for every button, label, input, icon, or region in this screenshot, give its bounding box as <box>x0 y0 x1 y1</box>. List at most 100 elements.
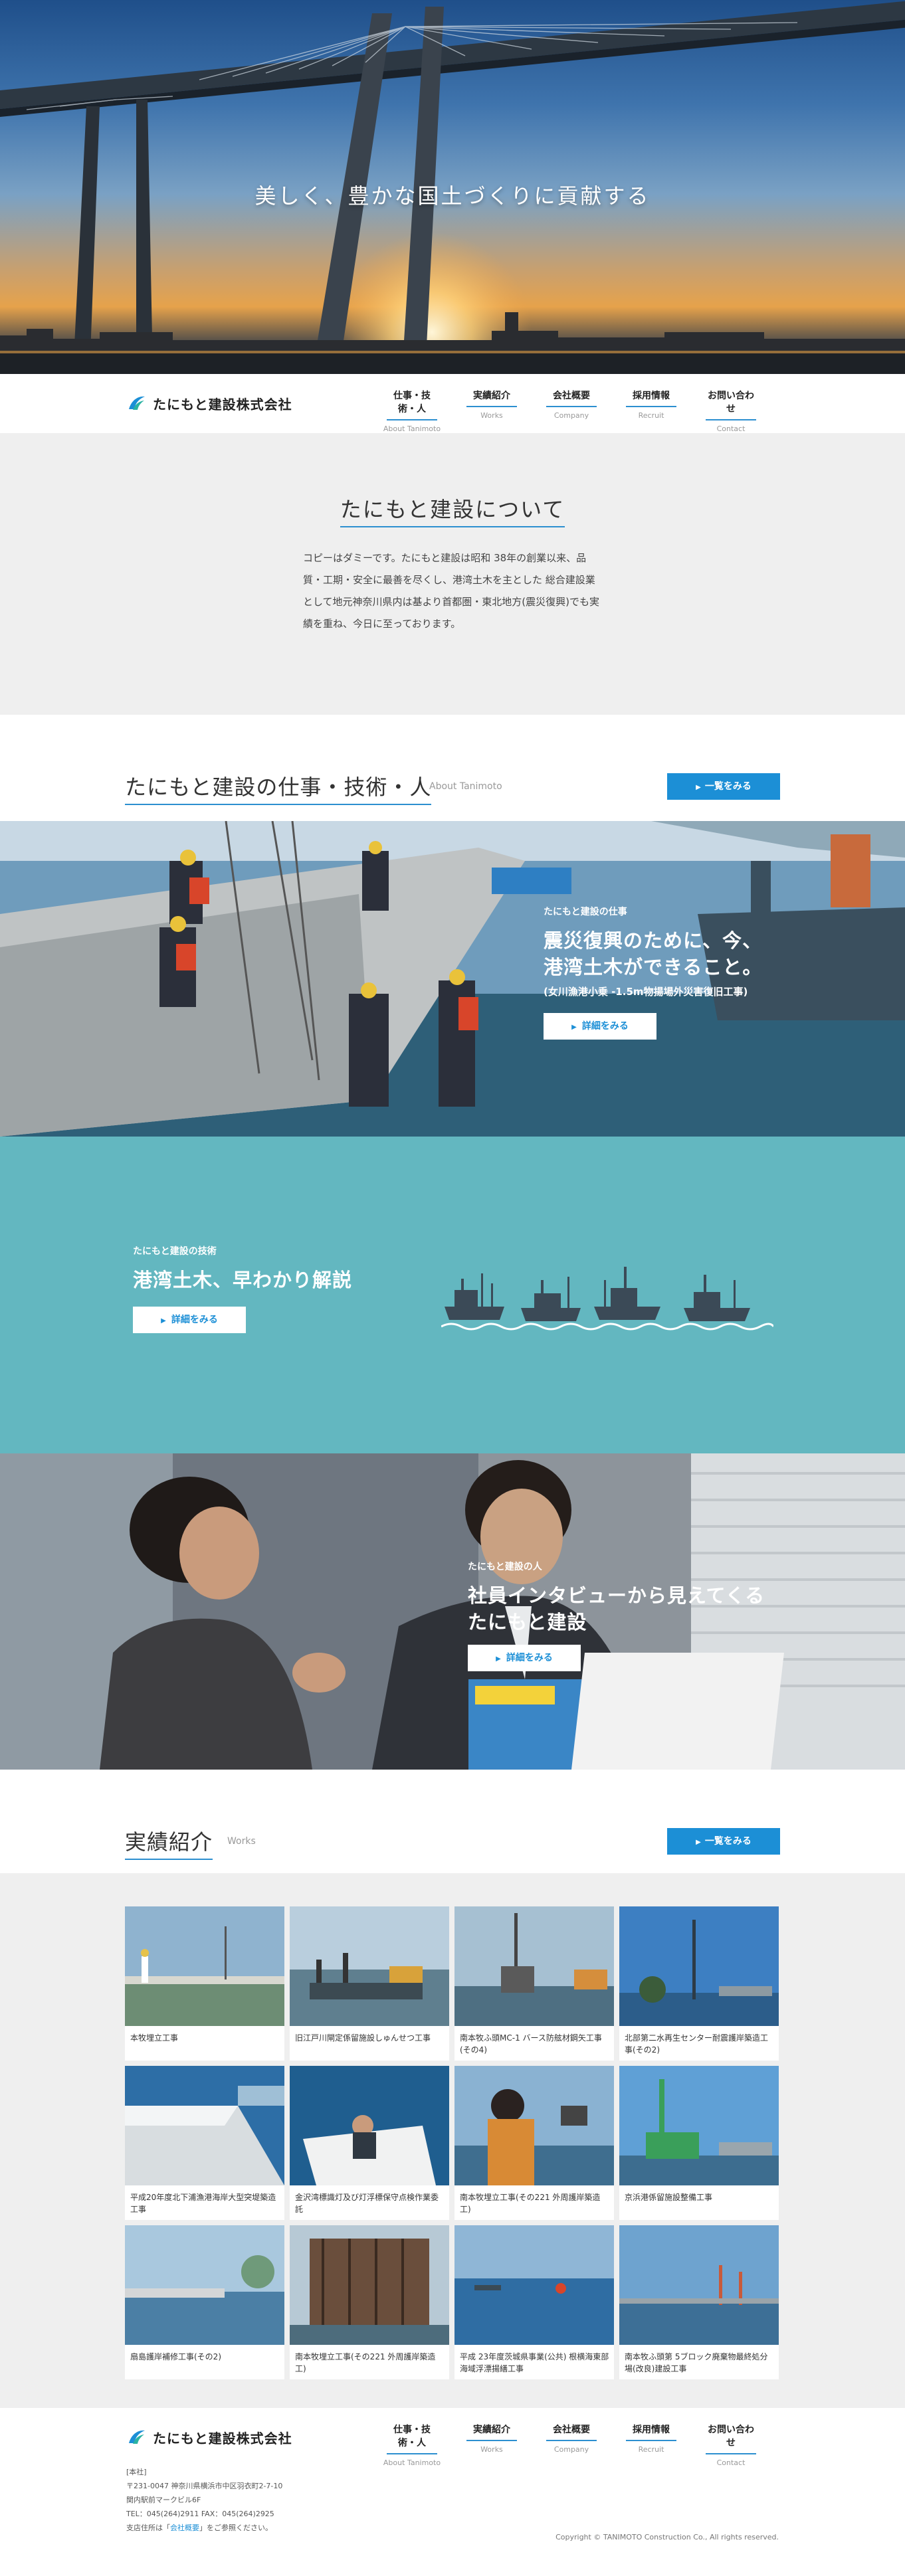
work-caption: 南本牧埋立工事(その221 外周護岸築造工) <box>460 2193 601 2214</box>
work-caption: 南本牧ふ頭第 5ブロック廃棄物最終処分場(改良)建設工事 <box>625 2352 768 2373</box>
work-caption: 京浜港係留施設整備工事 <box>625 2193 713 2202</box>
work-card[interactable]: 南本牧埋立工事(その221 外周護岸築造工) <box>290 2225 449 2379</box>
nav-label: お問い合わせ <box>706 2423 756 2454</box>
works-heading: 実績紹介 Works ▶ 一覧をみる <box>125 1825 780 1860</box>
footer-nav-item-recruit[interactable]: 採用情報 Recruit <box>611 2423 691 2467</box>
copyright: Copyright © TANIMOTO Construction Co., A… <box>555 2533 779 2541</box>
view-all-button[interactable]: ▶ 一覧をみる <box>667 773 780 800</box>
nav-sublabel: Contact <box>716 424 746 433</box>
about-section: たにもと建設について コピーはダミーです。たにもと建設は昭和 38年の創業以来、… <box>0 433 905 715</box>
company-logo-icon <box>129 2430 145 2444</box>
job-detail-button[interactable]: ▶ 詳細をみる <box>544 1013 656 1040</box>
footer-logo[interactable]: たにもと建設株式会社 <box>126 2424 292 2450</box>
head-office-label: [本社] <box>126 2468 147 2476</box>
footer-nav-item-contact[interactable]: お問い合わせ Contact <box>691 2423 771 2467</box>
nav-sublabel: Recruit <box>638 411 664 420</box>
people-panel-text: たにもと建設の人 社員インタビューから見えてくる たにもと建設 ▶ 詳細をみる <box>468 1560 765 1671</box>
work-card[interactable]: 南本牧ふ頭MC-1 バース防舷材鋼矢工事(その4) <box>454 1906 614 2061</box>
nav-label: 仕事・技術・人 <box>387 2423 437 2454</box>
nav-sublabel: Recruit <box>638 2445 664 2454</box>
work-thumbnail <box>290 2066 449 2185</box>
arrow-icon: ▶ <box>696 784 701 791</box>
global-nav: 仕事・技術・人 About Tanimoto 実績紹介 Works 会社概要 Comp… <box>372 389 771 433</box>
nav-sublabel: Works <box>480 2445 503 2454</box>
tech-title: 港湾土木、早わかり解説 <box>133 1269 353 1291</box>
work-card[interactable]: 南本牧埋立工事(その221 外周護岸築造工) <box>454 2066 614 2220</box>
branch-prefix: 支店住所は「 <box>126 2524 170 2532</box>
work-caption: 平成 23年度茨城県事業(公共) 根横海東部海域浮漂揚繕工事 <box>460 2352 609 2373</box>
footer-nav-item-company[interactable]: 会社概要 Company <box>532 2423 611 2467</box>
work-card[interactable]: 本牧埋立工事 <box>125 1906 284 2061</box>
footer-nav-item-works[interactable]: 実績紹介 Works <box>452 2423 532 2467</box>
job-title-line1: 震災復興のために、今、 <box>544 929 763 952</box>
header: たにもと建設株式会社 仕事・技術・人 About Tanimoto 実績紹介 Wor… <box>0 374 905 433</box>
address: 〒231-0047 神奈川県横浜市中区羽衣町2-7-10 <box>126 2482 283 2490</box>
section-title: 実績紹介 <box>125 1825 213 1860</box>
work-card[interactable]: 扇島護岸補修工事(その2) <box>125 2225 284 2379</box>
nav-item-contact[interactable]: お問い合わせ Contact <box>691 389 771 433</box>
section-title: たにもと建設の仕事・技術・人 <box>125 771 432 805</box>
work-caption: 北部第二水再生センター耐震護岸築造工事(その2) <box>625 2033 769 2055</box>
nav-label: 実績紹介 <box>466 2423 517 2441</box>
footer: たにもと建設株式会社 仕事・技術・人 About Tanimoto 実績紹介 Wor… <box>0 2408 905 2576</box>
logo[interactable]: たにもと建設株式会社 <box>126 390 292 416</box>
nav-label: お問い合わせ <box>706 389 756 420</box>
logo-text: たにもと建設株式会社 <box>153 2430 292 2446</box>
work-caption: 旧江戸川閘定係留施設しゅんせつ工事 <box>295 2033 431 2043</box>
page: 美しく、豊かな国土づくりに貢献する たにもと建設株式会社 仕事・技術・人 Abou… <box>0 0 905 2576</box>
work-card[interactable]: 平成20年度北下浦漁港海岸大型突堤築造工事 <box>125 2066 284 2220</box>
view-all-button[interactable]: ▶ 一覧をみる <box>667 1828 780 1855</box>
people-title-line2: たにもと建設 <box>468 1611 587 1633</box>
job-title-line2: 港湾土木ができること。 <box>544 956 763 978</box>
work-thumbnail <box>125 2225 284 2345</box>
nav-item-recruit[interactable]: 採用情報 Recruit <box>611 389 691 433</box>
nav-item-company[interactable]: 会社概要 Company <box>532 389 611 433</box>
work-card[interactable]: 京浜港係留施設整備工事 <box>619 2066 779 2220</box>
company-logo-icon <box>129 396 145 410</box>
about-tanimoto-heading: たにもと建設の仕事・技術・人 About Tanimoto ▶ 一覧をみる <box>125 771 780 805</box>
job-label: たにもと建設の仕事 <box>544 907 627 917</box>
nav-sublabel: Company <box>553 411 589 420</box>
work-card[interactable]: 南本牧ふ頭第 5ブロック廃棄物最終処分場(改良)建設工事 <box>619 2225 779 2379</box>
logo-text: たにもと建設株式会社 <box>153 396 292 413</box>
work-thumbnail <box>619 2066 779 2185</box>
nav-label: 採用情報 <box>626 2423 676 2441</box>
work-card[interactable]: 旧江戸川閘定係留施設しゅんせつ工事 <box>290 1906 449 2061</box>
nav-sublabel: Contact <box>716 2458 746 2467</box>
nav-sublabel: About Tanimoto <box>383 2458 441 2467</box>
footer-nav-item-about[interactable]: 仕事・技術・人 About Tanimoto <box>372 2423 452 2467</box>
work-thumbnail <box>290 2225 449 2345</box>
works-grid: 本牧埋立工事 旧江戸川閘定係留施設しゅんせつ工事 南本牧ふ頭MC-1 バース防舷… <box>125 1906 780 2379</box>
company-overview-link[interactable]: 会社概要 <box>170 2524 199 2532</box>
work-card[interactable]: 金沢湾標識灯及び灯浮標保守点検作業委託 <box>290 2066 449 2220</box>
nav-sublabel: About Tanimoto <box>383 424 441 433</box>
tech-panel: たにもと建設の技術 港湾土木、早わかり解説 ▶ 詳細をみる <box>0 1137 905 1453</box>
detail-label: 詳細をみる <box>506 1653 553 1663</box>
detail-label: 詳細をみる <box>171 1315 218 1325</box>
ships-illustration-icon <box>441 1267 773 1331</box>
building: 関内駅前マークビル6F <box>126 2496 201 2504</box>
hero-catchcopy: 美しく、豊かな国土づくりに貢献する <box>254 183 651 209</box>
work-card[interactable]: 北部第二水再生センター耐震護岸築造工事(その2) <box>619 1906 779 2061</box>
hero-banner: 美しく、豊かな国土づくりに貢献する <box>0 0 905 374</box>
branch-suffix: 」をご参照ください。 <box>199 2524 272 2532</box>
work-thumbnail <box>454 2225 614 2345</box>
work-thumbnail <box>125 1906 284 2026</box>
work-caption: 本牧埋立工事 <box>130 2033 179 2043</box>
people-detail-button[interactable]: ▶ 詳細をみる <box>468 1645 581 1671</box>
footer-nav: 仕事・技術・人 About Tanimoto 実績紹介 Works 会社概要 Comp… <box>372 2423 771 2467</box>
work-thumbnail <box>454 1906 614 2026</box>
tech-detail-button[interactable]: ▶ 詳細をみる <box>133 1307 246 1333</box>
arrow-icon: ▶ <box>161 1317 166 1325</box>
branch-note: 支店住所は「会社概要」をご参照ください。 <box>126 2521 282 2535</box>
view-all-label: 一覧をみる <box>704 781 752 792</box>
work-caption: 南本牧ふ頭MC-1 バース防舷材鋼矢工事(その4) <box>460 2033 602 2055</box>
section-subtitle: Works <box>227 1836 256 1847</box>
work-card[interactable]: 平成 23年度茨城県事業(公共) 根横海東部海域浮漂揚繕工事 <box>454 2225 614 2379</box>
work-caption: 平成20年度北下浦漁港海岸大型突堤築造工事 <box>130 2193 276 2214</box>
nav-item-works[interactable]: 実績紹介 Works <box>452 389 532 433</box>
nav-item-about[interactable]: 仕事・技術・人 About Tanimoto <box>372 389 452 433</box>
job-project-note: (女川漁港小乗 -1.5m物揚場外災害復旧工事) <box>544 986 748 998</box>
section-subtitle: About Tanimoto <box>429 781 502 792</box>
arrow-icon: ▶ <box>696 1839 701 1846</box>
